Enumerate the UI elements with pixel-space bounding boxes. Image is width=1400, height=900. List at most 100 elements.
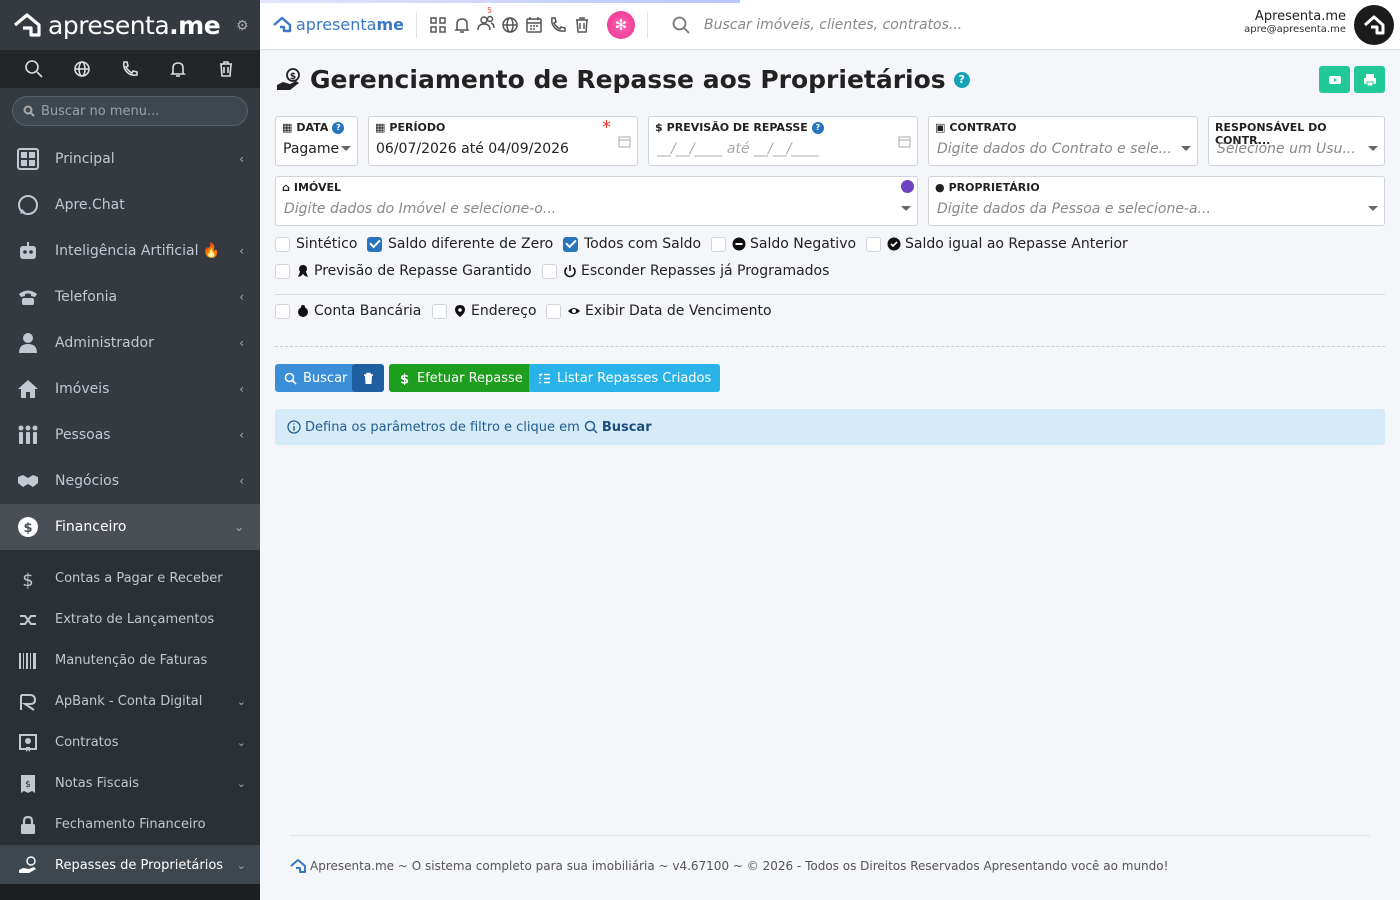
sidebar-item-principal[interactable]: Principal ‹ [0,136,260,182]
divider [275,294,1385,295]
saldo-igual-checkbox[interactable]: Saldo igual ao Repasse Anterior [866,236,1128,252]
contract-icon: ▣ [935,121,946,134]
endereco-checkbox[interactable]: Endereço [432,303,537,319]
trash-icon[interactable] [216,59,236,79]
globe-icon[interactable] [72,59,92,79]
efetuar-repasse-button[interactable]: $ Efetuar Repasse [389,364,532,392]
sidebar-subitem-label: Manutenção de Faturas [55,653,208,668]
sintetico-checkbox[interactable]: Sintético [275,236,357,252]
sidebar-item-pessoas[interactable]: Pessoas ‹ [0,412,260,458]
imovel-placeholder: Digite dados do Imóvel e selecione-o... [284,201,557,217]
checkbox-label: Saldo diferente de Zero [388,236,554,252]
sidebar-logo[interactable]: apresenta.me ⚙ [0,0,260,50]
checkbox[interactable] [866,236,881,252]
phone-icon[interactable] [549,16,567,34]
data-select[interactable]: ▦ DATA? Pagame [275,116,358,166]
help-icon[interactable]: ? [953,71,970,88]
sidebar-footer [0,884,260,900]
checkbox[interactable] [546,303,561,319]
sidebar-subitem-label: Repasses de Proprietários [55,858,224,873]
search-icon[interactable] [24,59,44,79]
calendar-icon[interactable] [898,135,911,148]
alert-buscar-link[interactable]: Buscar [602,420,652,435]
calendar-icon: ▦ [282,121,293,134]
sidebar-subitem-label: Notas Fiscais [55,776,140,791]
calendar-icon[interactable] [525,16,543,34]
phone-icon[interactable] [120,59,140,79]
sidebar-item-aprechat[interactable]: Apre.Chat [0,182,260,228]
calendar-icon[interactable] [618,135,631,148]
user-name: Apresenta.me [1254,9,1346,24]
previsao-garantido-checkbox[interactable]: Previsão de Repasse Garantido [275,263,532,279]
checkbox-checked[interactable] [563,236,578,252]
sidebar-subitem-apbank[interactable]: ApBank - Conta Digital ⌄ [0,681,260,722]
data-value: Pagame [283,141,340,157]
sidebar-item-telefonia[interactable]: Telefonia ‹ [0,274,260,320]
checkbox[interactable] [275,236,290,252]
trash-icon[interactable] [573,16,591,34]
sidebar-subitem-contas[interactable]: $ Contas a Pagar e Receber [0,550,260,599]
sidebar-subitem-repasses[interactable]: Repasses de Proprietários ⌄ [0,845,260,886]
help-icon[interactable]: ? [811,121,824,134]
sidebar-item-financeiro[interactable]: $ Financeiro ⌄ [0,504,260,550]
checkbox[interactable] [432,303,447,319]
esconder-checkbox[interactable]: Esconder Repasses já Programados [542,263,829,279]
conta-bancaria-checkbox[interactable]: Conta Bancária [275,303,421,319]
magnify-icon[interactable] [901,180,914,193]
global-search-input[interactable]: Buscar imóveis, clientes, contratos... [672,16,962,34]
checkbox-checked[interactable] [367,236,382,252]
sidebar-item-imoveis[interactable]: Imóveis ‹ [0,366,260,412]
bell-icon[interactable] [168,59,188,79]
sidebar-item-ia[interactable]: Inteligência Artificial 🔥 ‹ [0,228,260,274]
sidebar-subitem-notas[interactable]: $ Notas Fiscais ⌄ [0,763,260,804]
saldo-negativo-checkbox[interactable]: Saldo Negativo [711,236,856,252]
robot-icon [16,239,40,263]
youtube-button[interactable] [1319,66,1350,93]
periodo-input[interactable]: ▦ PERÍODO * 06/07/2026 até 04/09/2026 [368,116,638,166]
bell-icon[interactable] [453,16,471,34]
sidebar-item-administrador[interactable]: Administrador ‹ [0,320,260,366]
responsavel-select[interactable]: RESPONSÁVEL DO CONTR... Selecione um Usu… [1208,116,1385,166]
grid-icon[interactable] [429,16,447,34]
page-title-bold: Repasse aos Proprietários [576,65,946,94]
sidebar-subitem-extrato[interactable]: Extrato de Lançamentos [0,599,260,640]
buscar-button[interactable]: Buscar [275,364,357,392]
phone-icon [16,285,40,309]
help-icon[interactable]: ? [332,121,345,134]
sidebar-subitem-faturas[interactable]: Manutenção de Faturas [0,640,260,681]
checkbox[interactable] [711,236,726,252]
checkbox[interactable] [275,263,290,279]
sidebar-item-negocios[interactable]: Negócios ‹ [0,458,260,504]
checkbox[interactable] [542,263,557,279]
proprietario-select[interactable]: ● PROPRIETÁRIO Digite dados da Pessoa e s… [928,176,1385,226]
sidebar-subitem-fechamento[interactable]: Fechamento Financeiro [0,804,260,845]
user-info[interactable]: Apresenta.me apre@apresenta.me [1244,9,1346,35]
previsao-label: $ PREVISÃO DE REPASSE? [655,121,824,134]
exibir-data-checkbox[interactable]: Exibir Data de Vencimento [546,303,772,319]
users-icon[interactable]: 5 [477,6,495,36]
globe-icon[interactable] [501,16,519,34]
saldo-diferente-checkbox[interactable]: Saldo diferente de Zero [367,236,553,252]
clear-button[interactable] [352,364,384,392]
sidebar-search-input[interactable]: Buscar no menu... [12,96,248,126]
caret-down-icon [341,146,351,151]
sidebar-subitem-contratos[interactable]: Contratos ⌄ [0,722,260,763]
topbar-brand[interactable]: apresenta me [272,15,404,35]
checkbox-label: Conta Bancária [314,303,422,319]
listar-repasses-button[interactable]: Listar Repasses Criados [529,364,721,392]
eye-icon [568,308,580,314]
avatar[interactable] [1354,5,1394,45]
print-button[interactable] [1354,66,1385,93]
topbar: apresenta me 5 ✻ Buscar imóveis, clientes… [260,0,1400,50]
sidebar-subitem-label: Contas a Pagar e Receber [55,571,223,586]
award-icon [298,265,308,277]
previsao-input[interactable]: $ PREVISÃO DE REPASSE? __/__/____ até __/… [648,116,918,166]
imovel-select[interactable]: ⌂ IMÓVEL Digite dados do Imóvel e selecio… [275,176,918,226]
checkbox[interactable] [275,303,290,319]
gear-icon[interactable]: ⚙ [236,18,249,34]
todos-saldo-checkbox[interactable]: Todos com Saldo [563,236,701,252]
proprietario-placeholder: Digite dados da Pessoa e selecione-a... [937,201,1211,217]
contrato-select[interactable]: ▣ CONTRATO Digite dados do Contrato e sel… [928,116,1198,166]
flower-icon[interactable]: ✻ [606,10,635,39]
sidebar-item-label: Pessoas [55,427,111,443]
